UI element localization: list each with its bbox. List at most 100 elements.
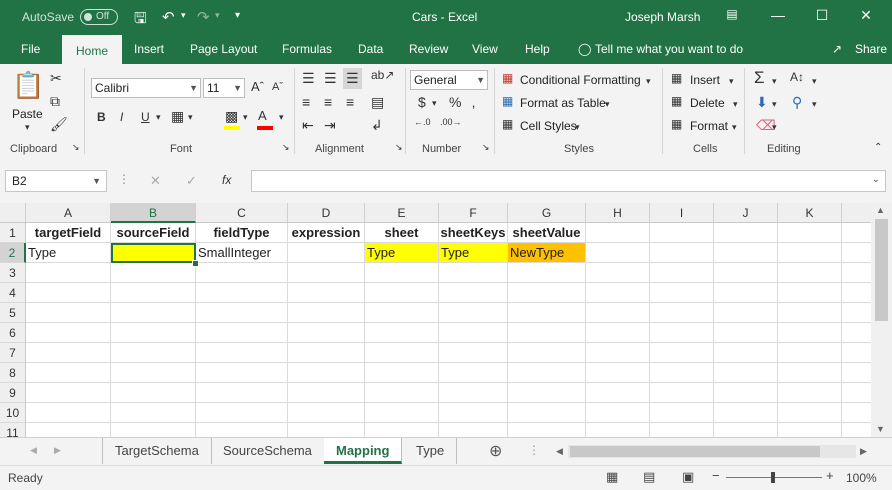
- cell-h3[interactable]: [586, 263, 650, 283]
- sheet-tab-type[interactable]: Type: [404, 438, 458, 464]
- cell-b11[interactable]: [111, 423, 196, 437]
- increase-decimal-icon[interactable]: ←.0: [414, 117, 431, 127]
- alignment-launcher-icon[interactable]: ↘: [395, 142, 403, 153]
- cell-g1[interactable]: sheetValue: [508, 223, 586, 243]
- cell-a9[interactable]: [26, 383, 111, 403]
- cell-b7[interactable]: [111, 343, 196, 363]
- cell-k2[interactable]: [778, 243, 842, 263]
- cell-a3[interactable]: [26, 263, 111, 283]
- cell-l2[interactable]: [842, 243, 871, 263]
- share-button[interactable]: Share: [855, 42, 887, 56]
- sheet-tab-mapping[interactable]: Mapping: [324, 438, 403, 464]
- cell-a6[interactable]: [26, 323, 111, 343]
- cell-l11[interactable]: [842, 423, 871, 437]
- cell-g8[interactable]: [508, 363, 586, 383]
- cell-i1[interactable]: [650, 223, 714, 243]
- bold-icon[interactable]: B: [97, 110, 106, 124]
- paste-button[interactable]: Paste: [12, 107, 43, 121]
- font-color-icon[interactable]: A: [258, 108, 267, 123]
- row-header-2[interactable]: 2: [0, 243, 26, 263]
- cell-g7[interactable]: [508, 343, 586, 363]
- cell-d4[interactable]: [288, 283, 365, 303]
- cell-f7[interactable]: [439, 343, 508, 363]
- insert-cells-icon[interactable]: ▦: [671, 71, 682, 85]
- cell-g2[interactable]: NewType: [508, 243, 586, 263]
- sheet-tab-sourceschema[interactable]: SourceSchema: [211, 438, 325, 464]
- cell-b4[interactable]: [111, 283, 196, 303]
- cell-e6[interactable]: [365, 323, 439, 343]
- horizontal-scroll-thumb[interactable]: [570, 446, 820, 457]
- cell-l6[interactable]: [842, 323, 871, 343]
- number-format-combo[interactable]: General ▼: [410, 70, 488, 90]
- align-right-icon[interactable]: ≡: [346, 94, 354, 110]
- cell-i10[interactable]: [650, 403, 714, 423]
- cell-j2[interactable]: [714, 243, 778, 263]
- cell-f11[interactable]: [439, 423, 508, 437]
- column-header-k[interactable]: K: [778, 203, 842, 223]
- collapse-ribbon-icon[interactable]: ⌃: [874, 142, 882, 153]
- horizontal-scroll-track[interactable]: [568, 445, 856, 458]
- cell-c7[interactable]: [196, 343, 288, 363]
- cell-c9[interactable]: [196, 383, 288, 403]
- page-break-view-icon[interactable]: ▣: [682, 469, 694, 485]
- cell-h1[interactable]: [586, 223, 650, 243]
- cell-i2[interactable]: [650, 243, 714, 263]
- cell-b2[interactable]: [111, 243, 196, 263]
- conditional-formatting-icon[interactable]: ▦: [502, 71, 513, 85]
- font-size-combo[interactable]: 11 ▼: [203, 78, 245, 98]
- paste-dropdown-icon[interactable]: ▾: [25, 122, 30, 133]
- merge-center-icon[interactable]: ▤: [371, 94, 384, 111]
- cell-l8[interactable]: [842, 363, 871, 383]
- cell-h6[interactable]: [586, 323, 650, 343]
- cell-l1[interactable]: [842, 223, 871, 243]
- vertical-scroll-thumb[interactable]: [875, 219, 888, 321]
- currency-dropdown-icon[interactable]: ▾: [432, 98, 437, 109]
- cell-f8[interactable]: [439, 363, 508, 383]
- conditional-formatting-button[interactable]: Conditional Formatting: [520, 73, 641, 87]
- cell-b3[interactable]: [111, 263, 196, 283]
- cell-f9[interactable]: [439, 383, 508, 403]
- redo-dropdown-icon[interactable]: ▾: [215, 10, 220, 21]
- close-icon[interactable]: ✕: [856, 7, 876, 24]
- increase-font-icon[interactable]: Aˆ: [251, 79, 264, 94]
- cell-d9[interactable]: [288, 383, 365, 403]
- cell-k11[interactable]: [778, 423, 842, 437]
- cell-j1[interactable]: [714, 223, 778, 243]
- sheet-tab-targetschema[interactable]: TargetSchema: [102, 438, 212, 464]
- cell-d5[interactable]: [288, 303, 365, 323]
- tab-file[interactable]: File: [21, 42, 40, 56]
- find-dropdown-icon[interactable]: ▾: [812, 99, 817, 110]
- column-header-g[interactable]: G: [508, 203, 586, 223]
- column-header-d[interactable]: D: [288, 203, 365, 223]
- align-center-icon[interactable]: ≡: [324, 94, 332, 110]
- cell-i7[interactable]: [650, 343, 714, 363]
- cell-j9[interactable]: [714, 383, 778, 403]
- number-launcher-icon[interactable]: ↘: [482, 142, 490, 153]
- cell-f4[interactable]: [439, 283, 508, 303]
- row-header-4[interactable]: 4: [0, 283, 26, 303]
- tell-me-search[interactable]: Tell me what you want to do: [595, 42, 743, 56]
- format-table-icon[interactable]: ▦: [502, 94, 513, 108]
- page-layout-view-icon[interactable]: ▤: [643, 469, 655, 485]
- scroll-down-icon[interactable]: ▼: [876, 424, 885, 434]
- cell-i4[interactable]: [650, 283, 714, 303]
- cell-i9[interactable]: [650, 383, 714, 403]
- cell-c6[interactable]: [196, 323, 288, 343]
- cell-d2[interactable]: [288, 243, 365, 263]
- select-all-corner[interactable]: [0, 203, 26, 223]
- column-header-i[interactable]: I: [650, 203, 714, 223]
- font-color-dropdown-icon[interactable]: ▾: [279, 112, 284, 123]
- cell-e1[interactable]: sheet: [365, 223, 439, 243]
- fill-dropdown-icon[interactable]: ▾: [243, 112, 248, 123]
- cell-e3[interactable]: [365, 263, 439, 283]
- decrease-font-icon[interactable]: Aˇ: [272, 81, 283, 93]
- align-top-icon[interactable]: ☰: [302, 70, 315, 87]
- cell-e5[interactable]: [365, 303, 439, 323]
- cell-i3[interactable]: [650, 263, 714, 283]
- row-header-6[interactable]: 6: [0, 323, 26, 343]
- cell-g6[interactable]: [508, 323, 586, 343]
- format-cells-button[interactable]: Format: [690, 119, 728, 133]
- cell-h7[interactable]: [586, 343, 650, 363]
- cell-k10[interactable]: [778, 403, 842, 423]
- row-header-3[interactable]: 3: [0, 263, 26, 283]
